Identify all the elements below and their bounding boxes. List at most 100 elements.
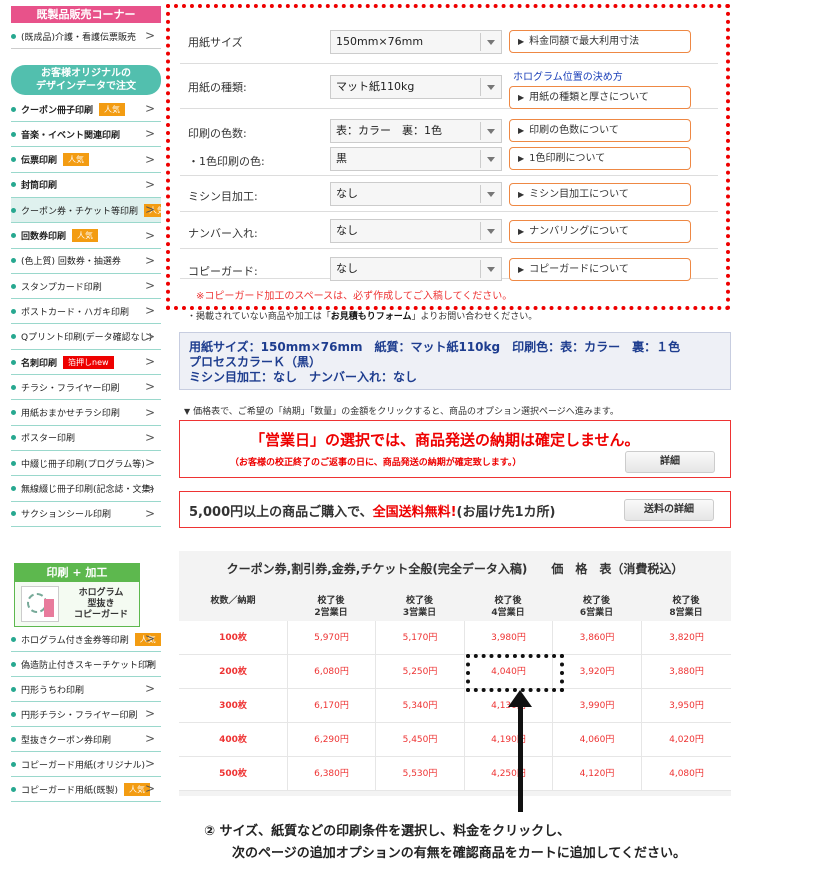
option-info-button[interactable]: ▶ ナンバリングについて	[509, 220, 691, 243]
option-select[interactable]: 黒	[330, 147, 502, 171]
sidebar-item[interactable]: 音楽・イベント関連印刷 >	[11, 122, 161, 148]
sidebar-item[interactable]: クーポン冊子印刷 人気 >	[11, 97, 161, 122]
play-icon: ▶	[518, 93, 525, 102]
sidebar-item[interactable]: ホログラム付き金券等印刷 人気 >	[11, 627, 161, 652]
sidebar-item[interactable]: コピーガード用紙(既製) 人気 >	[11, 777, 161, 802]
sidebar-item[interactable]: チラシ・フライヤー印刷 >	[11, 375, 161, 401]
price-cell[interactable]: 6,380円	[287, 757, 375, 791]
notice-detail-button[interactable]: 詳細	[625, 451, 715, 473]
price-cell[interactable]: 3,990円	[552, 689, 641, 723]
sidebar-item-label: 音楽・イベント関連印刷	[21, 130, 121, 141]
sidebar-item[interactable]: サクションシール印刷 >	[11, 502, 161, 527]
sidebar-item[interactable]: 型抜きクーポン券印刷 >	[11, 727, 161, 752]
option-select[interactable]: なし	[330, 257, 502, 281]
option-select[interactable]: なし	[330, 219, 502, 243]
header-line-2: デザインデータで注文	[36, 81, 136, 92]
sidebar-item-label: クーポン券・チケット等印刷	[21, 206, 139, 217]
price-cell[interactable]: 3,820円	[641, 621, 731, 655]
chevron-right-icon: >	[144, 731, 155, 746]
bullet-icon	[11, 131, 16, 137]
sidebar-item[interactable]: 回数券印刷 人気 >	[11, 224, 161, 249]
sidebar-item[interactable]: 封筒印刷 >	[11, 173, 161, 198]
sidebar-item-label: 円形うちわ印刷	[21, 685, 85, 696]
option-row-divider	[180, 63, 718, 64]
play-icon: ▶	[518, 37, 525, 46]
price-cell[interactable]: 4,060円	[552, 723, 641, 757]
option-info-button[interactable]: ▶ コピーガードについて	[509, 258, 691, 281]
sidebar-item-label: スタンプカード印刷	[21, 282, 102, 293]
price-cell[interactable]: 5,450円	[375, 723, 464, 757]
price-cell[interactable]: 3,980円	[464, 621, 552, 655]
sidebar-item[interactable]: クーポン券・チケット等印刷人気>	[11, 198, 161, 224]
price-cell[interactable]: 5,970円	[287, 621, 375, 655]
sidebar-item[interactable]: 用紙おまかせチラシ印刷 >	[11, 401, 161, 426]
sidebar-item[interactable]: 偽造防止付きスキーチケット印刷 >	[11, 652, 161, 677]
free-shipping-highlight: 全国送料無料!	[372, 505, 457, 520]
sidebar-item-label: コピーガード用紙(既製)	[21, 785, 119, 796]
price-cell[interactable]: 6,080円	[287, 655, 375, 689]
price-cell[interactable]: 5,170円	[375, 621, 464, 655]
option-info-button[interactable]: ▶ ミシン目加工について	[509, 183, 691, 206]
sidebar-item[interactable]: 名刺印刷 箔押しnew >	[11, 350, 161, 375]
price-cell[interactable]: 4,250円	[464, 757, 552, 791]
bullet-icon	[11, 157, 16, 163]
price-cell[interactable]: 6,290円	[287, 723, 375, 757]
option-info-button[interactable]: ▶ 1色印刷について	[509, 147, 691, 170]
option-select-value: 150mm×76mm	[336, 35, 424, 48]
caption-line-1: ② サイズ、紙質などの印刷条件を選択し、料金をクリックし、	[204, 824, 571, 839]
chevron-right-icon: >	[144, 329, 155, 344]
sidebar-item-ready-made-slips[interactable]: (既成品)介護・看護伝票販売 >	[11, 24, 161, 49]
option-info-button-label: ミシン目加工について	[529, 189, 629, 200]
sidebar-item[interactable]: 円形うちわ印刷 >	[11, 677, 161, 702]
shipping-detail-button[interactable]: 送料の詳細	[624, 499, 714, 521]
sidebar-item[interactable]: 無線綴じ冊子印刷(記念誌・文集) >	[11, 477, 161, 502]
chevron-right-icon: >	[144, 430, 155, 445]
sidebar-item-label: ホログラム付き金券等印刷	[21, 635, 129, 646]
price-cell[interactable]: 3,860円	[552, 621, 641, 655]
price-cell[interactable]: 6,170円	[287, 689, 375, 723]
bullet-icon	[11, 486, 16, 491]
price-cell[interactable]: 4,190円	[464, 723, 552, 757]
price-cell[interactable]: 3,920円	[552, 655, 641, 689]
price-cell[interactable]: 3,950円	[641, 689, 731, 723]
sidebar-item[interactable]: Qプリント印刷(データ確認なし) >	[11, 325, 161, 350]
price-cell[interactable]: 5,250円	[375, 655, 464, 689]
option-info-button[interactable]: ▶ 印刷の色数について	[509, 119, 691, 142]
option-select[interactable]: マット紙110kg	[330, 75, 502, 99]
sidebar-item[interactable]: (色上質) 回数券・抽選券 >	[11, 249, 161, 274]
option-info-button[interactable]: ▶ 料金同額で最大利用寸法	[509, 30, 691, 53]
column-header-line: 校了後	[672, 596, 700, 606]
price-cell[interactable]: 5,530円	[375, 757, 464, 791]
chevron-right-icon: >	[144, 202, 155, 217]
estimate-form-note: ・掲載されていない商品や加工は「お見積もりフォーム」よりお問い合わせください。	[187, 309, 537, 322]
option-info-button-label: 料金同額で最大利用寸法	[529, 36, 640, 47]
sidebar-header-original-design: お客様オリジナルの デザインデータで注文	[11, 65, 161, 95]
price-cell[interactable]: 5,340円	[375, 689, 464, 723]
option-select[interactable]: 150mm×76mm	[330, 30, 502, 54]
sidebar-item[interactable]: コピーガード用紙(オリジナル) >	[11, 752, 161, 777]
estimate-form-link[interactable]: お見積もりフォーム	[331, 312, 412, 322]
hologram-position-link[interactable]: ホログラム位置の決め方	[513, 68, 623, 83]
sidebar-item[interactable]: 円形チラシ・フライヤー印刷 >	[11, 702, 161, 727]
bullet-icon	[11, 410, 16, 416]
bullet-icon	[11, 460, 16, 466]
kakou-banner[interactable]: 印刷 + 加工 ホログラム 型抜き コピーガード	[14, 563, 140, 627]
sidebar-item-badge: 人気	[63, 153, 90, 167]
sidebar-item[interactable]: 中綴じ冊子印刷(プログラム等) >	[11, 451, 161, 477]
chevron-right-icon: >	[144, 177, 155, 192]
sidebar-item[interactable]: ポストカード・ハガキ印刷 >	[11, 299, 161, 325]
sidebar-item-label: 中綴じ冊子印刷(プログラム等)	[21, 459, 145, 470]
summary-line: 用紙サイズ：150mm×76mm 紙質：マット紙110kg 印刷色：表：カラー …	[189, 340, 681, 354]
price-cell[interactable]: 4,120円	[552, 757, 641, 791]
price-cell[interactable]: 4,020円	[641, 723, 731, 757]
price-cell[interactable]: 4,080円	[641, 757, 731, 791]
option-label: コピーガード:	[188, 265, 258, 278]
sidebar-item[interactable]: スタンプカード印刷 >	[11, 274, 161, 300]
sidebar-item[interactable]: 伝票印刷 人気 >	[11, 148, 161, 173]
price-cell[interactable]: 3,880円	[641, 655, 731, 689]
sidebar-item[interactable]: ポスター印刷 >	[11, 426, 161, 451]
option-select[interactable]: なし	[330, 182, 502, 206]
option-info-button[interactable]: ▶ 用紙の種類と厚さについて	[509, 86, 691, 109]
option-info-button-label: 用紙の種類と厚さについて	[529, 92, 649, 103]
option-select[interactable]: 表：カラー 裏：1色	[330, 119, 502, 143]
